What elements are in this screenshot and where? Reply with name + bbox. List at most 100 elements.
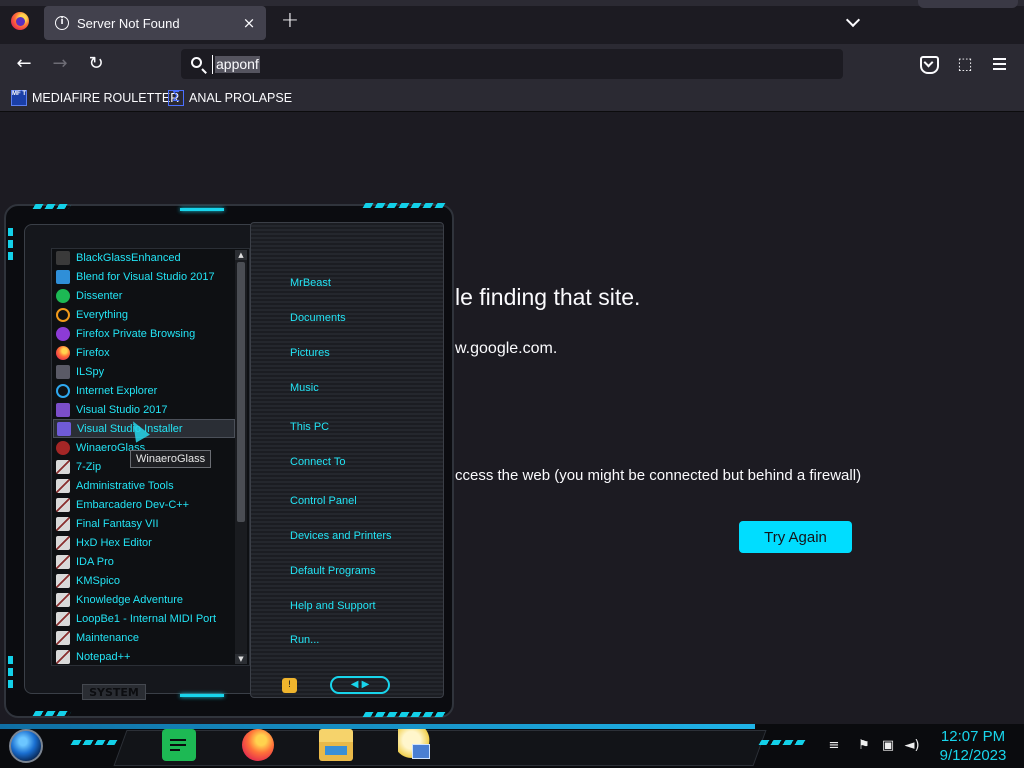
program-icon	[56, 535, 70, 550]
program-item[interactable]: Dissenter	[53, 286, 235, 305]
info-icon: i	[55, 16, 69, 30]
place-item[interactable]: MrBeast	[290, 277, 331, 289]
power-arrows-button[interactable]: ◀ ▶	[330, 676, 390, 694]
forward-button[interactable]: →	[48, 52, 72, 76]
program-label: KMSpico	[76, 574, 121, 587]
new-tab-button[interactable]: +	[278, 10, 302, 34]
search-icon	[191, 57, 202, 68]
program-label: BlackGlassEnhanced	[76, 251, 181, 264]
program-item[interactable]: HxD Hex Editor	[53, 533, 235, 552]
cyan-dash-deco	[32, 711, 72, 716]
place-item[interactable]: Run...	[290, 634, 319, 646]
program-item[interactable]: Everything	[53, 305, 235, 324]
program-item[interactable]: Internet Explorer	[53, 381, 235, 400]
tab-server-not-found[interactable]: i Server Not Found ×	[44, 6, 266, 40]
program-label: ILSpy	[76, 365, 105, 378]
reload-button[interactable]: ↻	[84, 52, 108, 76]
place-item[interactable]: Default Programs	[290, 565, 376, 577]
program-label: Administrative Tools	[76, 479, 174, 492]
clock[interactable]: 12:07 PM 9/12/2023	[934, 727, 1012, 765]
program-item[interactable]: IDA Pro	[53, 552, 235, 571]
show-hidden-icons-icon[interactable]: ≡	[826, 738, 842, 754]
program-label: Embarcadero Dev-C++	[76, 498, 190, 511]
try-again-button[interactable]: Try Again	[739, 521, 852, 553]
hamburger-menu-icon[interactable]	[989, 53, 1011, 75]
network-icon[interactable]: ▣	[880, 738, 896, 754]
place-item[interactable]: Control Panel	[290, 495, 357, 507]
program-label: Visual Studio 2017	[76, 403, 168, 416]
cyan-bar-deco	[180, 208, 224, 211]
program-icon	[56, 345, 70, 360]
program-item[interactable]: Firefox	[53, 343, 235, 362]
program-item[interactable]: Administrative Tools	[53, 476, 235, 495]
program-icon	[56, 630, 70, 645]
program-icon	[56, 459, 70, 474]
place-item[interactable]: Devices and Printers	[290, 530, 392, 542]
place-item[interactable]: Help and Support	[290, 600, 376, 612]
error-suggestion-line: w.google.com.	[455, 340, 558, 357]
place-item[interactable]: Music	[290, 382, 319, 394]
taskbar-plate	[113, 730, 767, 766]
clock-date: 9/12/2023	[939, 747, 1007, 764]
program-label: IDA Pro	[76, 555, 114, 568]
program-label: Dissenter	[76, 289, 123, 302]
bookmark-label: ANAL PROLAPSE	[189, 91, 293, 105]
program-label: Firefox Private Browsing	[76, 327, 196, 340]
url-input-value[interactable]: apponf	[212, 55, 260, 74]
place-item[interactable]: Connect To	[290, 456, 345, 468]
program-item[interactable]: Knowledge Adventure	[53, 590, 235, 609]
start-orb-button[interactable]	[9, 729, 43, 763]
place-item[interactable]: Pictures	[290, 347, 330, 359]
taskbar-firefox-icon[interactable]	[242, 729, 274, 761]
program-item[interactable]: KMSpico	[53, 571, 235, 590]
window-controls-deco	[918, 0, 1018, 8]
back-button[interactable]: ←	[12, 52, 36, 76]
program-item[interactable]: ILSpy	[53, 362, 235, 381]
scrollbar-thumb[interactable]	[237, 262, 245, 522]
navigation-toolbar: ← → ↻ apponf ⬚	[0, 44, 1024, 84]
program-item[interactable]: Embarcadero Dev-C++	[53, 495, 235, 514]
tab-bar: i Server Not Found × +	[0, 0, 1024, 44]
program-item[interactable]: Visual Studio 2017	[53, 400, 235, 419]
program-icon	[56, 440, 70, 455]
firefox-logo-icon[interactable]	[11, 12, 29, 30]
program-icon	[56, 497, 70, 512]
bookmarks-toolbar: MF T MEDIAFIRE ROULETTER Σ ANAL PROLAPSE	[0, 84, 1024, 112]
taskbar: ≡ ⚑ ▣ ◄) 12:07 PM 9/12/2023	[0, 724, 1024, 768]
tab-title: Server Not Found	[77, 15, 180, 31]
bookmark-anal-prolapse[interactable]: Σ ANAL PROLAPSE	[168, 89, 292, 107]
extensions-icon[interactable]: ⬚	[954, 53, 976, 75]
program-label: Knowledge Adventure	[76, 593, 184, 606]
program-item[interactable]: Notepad++	[53, 647, 235, 666]
error-firewall-line: ccess the web (you might be connected bu…	[455, 467, 862, 484]
program-item[interactable]: BlackGlassEnhanced	[53, 248, 235, 267]
programs-scrollbar[interactable]: ▲ ▼	[235, 250, 247, 664]
taskbar-spotify-icon[interactable]	[162, 729, 196, 761]
program-icon	[57, 421, 71, 436]
clock-time: 12:07 PM	[940, 728, 1006, 745]
tab-close-icon[interactable]: ×	[240, 14, 258, 32]
program-item[interactable]: Maintenance	[53, 628, 235, 647]
program-icon	[56, 326, 70, 341]
volume-icon[interactable]: ◄)	[904, 738, 920, 754]
scroll-down-arrow-icon[interactable]: ▼	[235, 654, 247, 664]
program-item[interactable]: Blend for Visual Studio 2017	[53, 267, 235, 286]
program-label: LoopBe1 - Internal MIDI Port	[76, 612, 217, 625]
url-bar[interactable]: apponf	[181, 49, 843, 79]
sigma-favicon-icon: Σ	[168, 90, 184, 106]
program-item[interactable]: Final Fantasy VII	[53, 514, 235, 533]
error-title: le finding that site.	[455, 284, 641, 310]
taskbar-control-panel-icon[interactable]	[398, 729, 432, 761]
scroll-up-arrow-icon[interactable]: ▲	[235, 250, 247, 260]
place-item[interactable]: This PC	[290, 421, 329, 433]
bookmark-mediafire-rouletter[interactable]: MF T MEDIAFIRE ROULETTER	[11, 89, 179, 107]
program-item[interactable]: Firefox Private Browsing	[53, 324, 235, 343]
taskbar-file-explorer-icon[interactable]	[319, 729, 353, 761]
bookmark-label: MEDIAFIRE ROULETTER	[32, 91, 180, 105]
program-item[interactable]: LoopBe1 - Internal MIDI Port	[53, 609, 235, 628]
shutdown-options-icon[interactable]: !	[282, 678, 297, 693]
action-center-flag-icon[interactable]: ⚑	[856, 738, 872, 754]
pocket-icon[interactable]	[918, 53, 940, 75]
list-all-tabs-chevron-down-icon[interactable]	[843, 11, 865, 33]
place-item[interactable]: Documents	[290, 312, 346, 324]
